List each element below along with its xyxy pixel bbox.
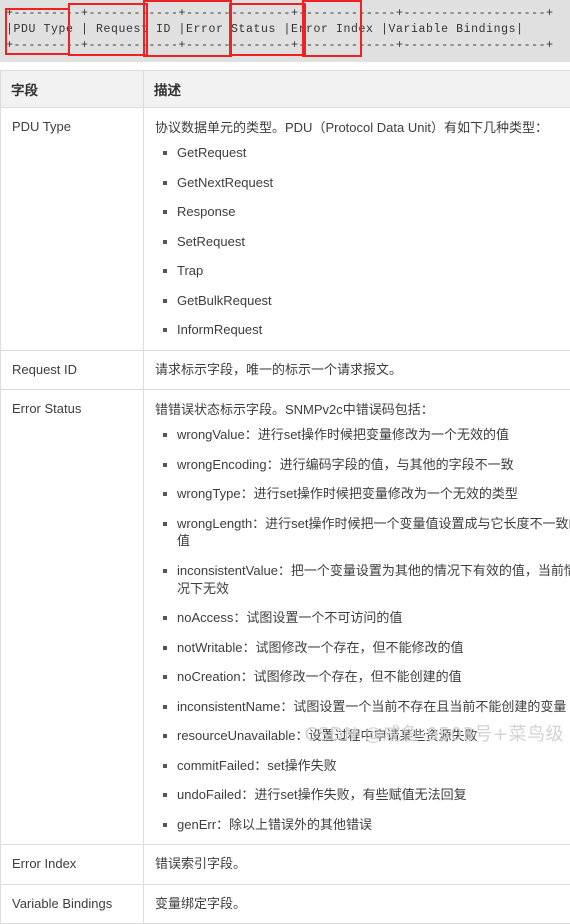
list-item: Trap (177, 262, 570, 280)
field-name-cell: Request ID (1, 350, 144, 389)
field-description-cell: 错错误状态标示字段。SNMPv2c中错误码包括： wrongValue：进行se… (144, 390, 570, 845)
table-body: PDU Type 协议数据单元的类型。PDU（Protocol Data Uni… (1, 108, 570, 924)
list-item: wrongEncoding：进行编码字段的值，与其他的字段不一致 (177, 456, 570, 474)
table-header-row: 字段 描述 (1, 71, 570, 108)
field-name-cell: Error Status (1, 390, 144, 845)
list-item: GetRequest (177, 144, 570, 162)
ascii-diagram-code-block: +---------+------------+--------------+-… (0, 0, 570, 62)
description-text: 协议数据单元的类型。PDU（Protocol Data Unit）有如下几种类型… (155, 118, 570, 138)
list-item: inconsistentValue：把一个变量设置为其他的情况下有效的值，当前情… (177, 562, 570, 597)
table-row: Error Index 错误索引字段。 (1, 845, 570, 884)
error-status-list: wrongValue：进行set操作时候把变量修改为一个无效的值 wrongEn… (155, 426, 570, 833)
list-item: wrongValue：进行set操作时候把变量修改为一个无效的值 (177, 426, 570, 444)
table-row: Error Status 错错误状态标示字段。SNMPv2c中错误码包括： wr… (1, 390, 570, 845)
list-item: Response (177, 203, 570, 221)
description-text: 错错误状态标示字段。SNMPv2c中错误码包括： (155, 400, 570, 420)
snmp-pdu-fields-table: 字段 描述 PDU Type 协议数据单元的类型。PDU（Protocol Da… (0, 70, 570, 924)
table-row: Request ID 请求标示字段，唯一的标示一个请求报文。 (1, 350, 570, 389)
field-description-cell: 错误索引字段。 (144, 845, 570, 884)
field-description-cell: 协议数据单元的类型。PDU（Protocol Data Unit）有如下几种类型… (144, 108, 570, 351)
list-item: genErr：除以上错误外的其他错误 (177, 816, 570, 834)
list-item: InformRequest (177, 321, 570, 339)
column-header-description: 描述 (144, 71, 570, 108)
list-item: notWritable：试图修改一个存在，但不能修改的值 (177, 639, 570, 657)
table-row: Variable Bindings 变量绑定字段。 (1, 884, 570, 923)
list-item: noCreation：试图修改一个存在，但不能创建的值 (177, 668, 570, 686)
field-description-cell: 变量绑定字段。 (144, 884, 570, 923)
field-name-cell: Error Index (1, 845, 144, 884)
spacer (0, 62, 570, 70)
list-item: noAccess：试图设置一个不可访问的值 (177, 609, 570, 627)
list-item: inconsistentName：试图设置一个当前不存在且当前不能创建的变量 (177, 698, 570, 716)
list-item: commitFailed：set操作失败 (177, 757, 570, 775)
field-name-cell: Variable Bindings (1, 884, 144, 923)
field-name-cell: PDU Type (1, 108, 144, 351)
table-row: PDU Type 协议数据单元的类型。PDU（Protocol Data Uni… (1, 108, 570, 351)
list-item: wrongType：进行set操作时候把变量修改为一个无效的类型 (177, 485, 570, 503)
column-header-field: 字段 (1, 71, 144, 108)
list-item: wrongLength：进行set操作时候把一个变量值设置成与它长度不一致的值 (177, 515, 570, 550)
list-item: GetNextRequest (177, 174, 570, 192)
list-item: resourceUnavailable：设置过程中申请某些资源失败 (177, 727, 570, 745)
list-item: GetBulkRequest (177, 292, 570, 310)
list-item: SetRequest (177, 233, 570, 251)
list-item: undoFailed：进行set操作失败，有些赋值无法回复 (177, 786, 570, 804)
field-description-cell: 请求标示字段，唯一的标示一个请求报文。 (144, 350, 570, 389)
pdu-type-list: GetRequest GetNextRequest Response SetRe… (155, 144, 570, 339)
ascii-art-text: +---------+------------+--------------+-… (6, 6, 570, 54)
